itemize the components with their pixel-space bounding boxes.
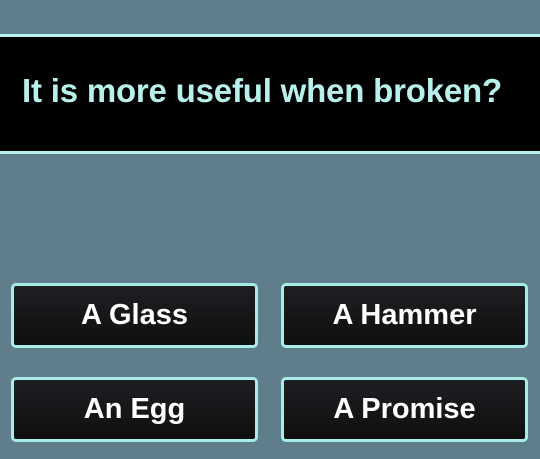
answer-button-a-glass[interactable]: A Glass: [11, 283, 258, 348]
answer-label: A Hammer: [332, 299, 477, 331]
answer-button-an-egg[interactable]: An Egg: [11, 377, 258, 442]
answer-label: A Promise: [333, 393, 476, 425]
answer-label: A Glass: [81, 299, 188, 331]
question-banner: It is more useful when broken?: [0, 34, 540, 154]
question-text: It is more useful when broken?: [22, 72, 502, 109]
answer-button-a-promise[interactable]: A Promise: [281, 377, 528, 442]
answer-button-a-hammer[interactable]: A Hammer: [281, 283, 528, 348]
answer-label: An Egg: [83, 393, 186, 425]
